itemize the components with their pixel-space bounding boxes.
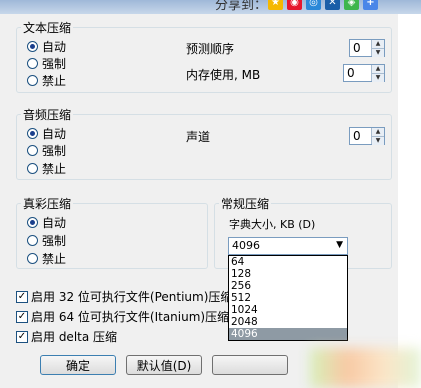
channel-value[interactable]: 0 xyxy=(350,128,371,144)
itanium-checkbox[interactable]: ✓ xyxy=(16,310,28,323)
pentium-check-row[interactable]: ✓ 启用 32 位可执行文件(Pentium)压缩 xyxy=(16,288,232,305)
memory-usage-value[interactable]: 0 xyxy=(344,65,371,81)
radio-label: 强制 xyxy=(42,57,67,71)
channel-label: 声道 xyxy=(186,130,211,144)
radio-unselected[interactable] xyxy=(27,163,38,174)
dictionary-size-label: 字典大小, KB (D) xyxy=(229,218,316,231)
radio-selected[interactable] xyxy=(27,41,38,52)
chevron-down-icon[interactable]: ▼ xyxy=(336,240,343,250)
blurred-overlay xyxy=(310,348,421,388)
radio-label: 禁止 xyxy=(42,252,67,266)
truecolor-radio-force[interactable]: 强制 xyxy=(27,232,66,249)
ok-button[interactable]: 确定 xyxy=(40,355,116,375)
memory-usage-spinner[interactable]: 0 ▲ ▼ xyxy=(343,64,385,82)
spinner-arrows[interactable]: ▲ ▼ xyxy=(371,65,384,82)
share-label: 分享到： xyxy=(215,0,268,13)
channel-spinner[interactable]: 0 ▲ ▼ xyxy=(349,127,385,145)
more-icon[interactable]: + xyxy=(363,0,378,10)
text-radio-force[interactable]: 强制 xyxy=(27,55,66,72)
radio-selected[interactable] xyxy=(27,217,38,228)
radio-label: 自动 xyxy=(42,127,67,141)
truecolor-radio-disable[interactable]: 禁止 xyxy=(27,250,66,267)
cancel-button[interactable] xyxy=(212,355,288,375)
audio-radio-auto[interactable]: 自动 xyxy=(27,125,66,142)
title-bar: 分享到： ★ ◉ ◎ ✕ ◈ + xyxy=(0,0,421,14)
dropdown-option-selected[interactable]: 4096 xyxy=(229,328,347,340)
radio-label: 强制 xyxy=(42,234,67,248)
radio-unselected[interactable] xyxy=(27,253,38,264)
delta-check-row[interactable]: ✓ 启用 delta 压缩 xyxy=(16,328,117,345)
text-radio-disable[interactable]: 禁止 xyxy=(27,72,66,89)
tqq-icon[interactable]: ◎ xyxy=(306,0,321,10)
radio-label: 自动 xyxy=(42,40,67,54)
dropdown-option[interactable]: 512 xyxy=(229,292,347,304)
itanium-check-label: 启用 64 位可执行文件(Itanium)压缩 xyxy=(31,310,230,324)
audio-radio-disable[interactable]: 禁止 xyxy=(27,160,66,177)
pentium-check-label: 启用 32 位可执行文件(Pentium)压缩 xyxy=(31,290,233,304)
radio-unselected[interactable] xyxy=(27,58,38,69)
predict-order-value[interactable]: 0 xyxy=(350,40,371,56)
spin-up-icon[interactable]: ▲ xyxy=(372,40,384,48)
general-compression-legend: 常规压缩 xyxy=(221,197,270,211)
radio-label: 禁止 xyxy=(42,162,67,176)
radio-selected[interactable] xyxy=(27,128,38,139)
audio-radio-force[interactable]: 强制 xyxy=(27,142,66,159)
audio-compression-legend: 音频压缩 xyxy=(23,108,72,122)
radio-unselected[interactable] xyxy=(27,235,38,246)
dropdown-option[interactable]: 128 xyxy=(229,268,347,280)
truecolor-radio-auto[interactable]: 自动 xyxy=(27,214,66,231)
itanium-check-row[interactable]: ✓ 启用 64 位可执行文件(Itanium)压缩 xyxy=(16,308,229,325)
default-button[interactable]: 默认值(D) xyxy=(126,355,202,375)
radio-unselected[interactable] xyxy=(27,75,38,86)
predict-order-spinner[interactable]: 0 ▲ ▼ xyxy=(349,39,385,57)
dictionary-size-select[interactable]: 4096 ▼ xyxy=(228,237,348,255)
dropdown-option[interactable]: 2048 xyxy=(229,316,347,328)
radio-label: 禁止 xyxy=(42,74,67,88)
memory-usage-label: 内存使用, MB xyxy=(186,68,261,82)
pentium-checkbox[interactable]: ✓ xyxy=(16,290,28,303)
spinner-arrows[interactable]: ▲ ▼ xyxy=(371,128,384,145)
wechat-icon[interactable]: ◈ xyxy=(344,0,359,10)
renren-icon[interactable]: ✕ xyxy=(325,0,340,10)
dropdown-option[interactable]: 64 xyxy=(229,256,347,268)
spin-up-icon[interactable]: ▲ xyxy=(372,65,384,73)
delta-check-label: 启用 delta 压缩 xyxy=(31,330,118,344)
spin-down-icon[interactable]: ▼ xyxy=(372,73,384,82)
spin-up-icon[interactable]: ▲ xyxy=(372,128,384,136)
spin-down-icon[interactable]: ▼ xyxy=(372,48,384,57)
qzone-icon[interactable]: ★ xyxy=(268,0,283,10)
dropdown-option[interactable]: 1024 xyxy=(229,304,347,316)
predict-order-label: 预测顺序 xyxy=(186,42,235,56)
radio-label: 自动 xyxy=(42,216,67,230)
dictionary-size-dropdown[interactable]: 64 128 256 512 1024 2048 4096 xyxy=(228,255,348,341)
delta-checkbox[interactable]: ✓ xyxy=(16,330,28,343)
truecolor-compression-legend: 真彩压缩 xyxy=(23,197,72,211)
share-icons: ★ ◉ ◎ ✕ ◈ + xyxy=(268,0,378,10)
text-radio-auto[interactable]: 自动 xyxy=(27,38,66,55)
spinner-arrows[interactable]: ▲ ▼ xyxy=(371,40,384,57)
dictionary-size-value[interactable]: 4096 xyxy=(232,239,260,252)
radio-unselected[interactable] xyxy=(27,145,38,156)
radio-label: 强制 xyxy=(42,144,67,158)
text-compression-legend: 文本压缩 xyxy=(23,21,72,35)
dropdown-option[interactable]: 256 xyxy=(229,280,347,292)
spin-down-icon[interactable]: ▼ xyxy=(372,136,384,145)
weibo-icon[interactable]: ◉ xyxy=(287,0,302,10)
